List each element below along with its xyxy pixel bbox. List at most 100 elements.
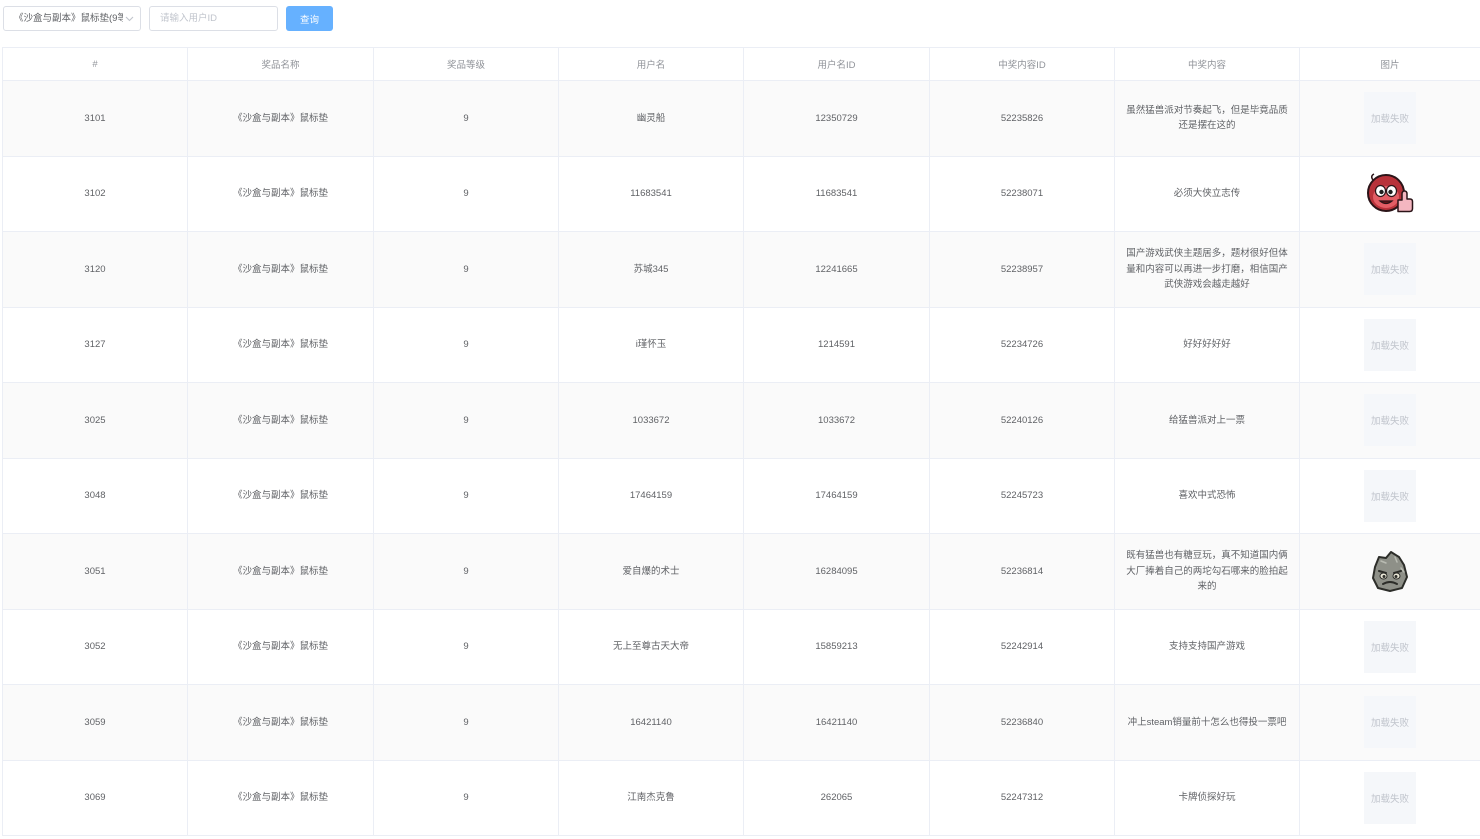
cell-prize-level-text: 9 [463,263,469,275]
cell-username-text: 11683541 [630,188,672,199]
cell-content-text: 国产游戏武侠主题居多，题材很好但体量和内容可以再进一步打磨，相信国产武侠游戏会越… [1126,248,1288,290]
cell-prize-name-text: 《沙盒与副本》鼠标垫 [232,188,328,199]
cell-user-id-text: 16284095 [815,565,858,577]
image-load-failed-text: 加载失败 [1370,642,1409,654]
cell-index-text: 3052 [84,641,106,652]
cell-username-text: 幽灵船 [636,112,666,124]
column-header-user-id: 用户名ID [744,48,930,81]
cell-username: 17464159 [559,458,744,534]
cell-content-id: 52234726 [930,307,1115,383]
table-row: 3127 《沙盒与副本》鼠标垫 9 i瑾怀玉 1214591 52234726 好好好好好 加… [3,307,1480,383]
cell-content-id: 52240126 [930,383,1115,459]
cell-user-id: 16284095 [744,534,930,610]
table-row: 3101 《沙盒与副本》鼠标垫 9 幽灵船 12350729 52235826 虽然猛兽派对… [3,81,1480,157]
image-load-failed-text: 加载失败 [1370,718,1409,730]
cell-index-text: 3051 [84,565,106,577]
cell-index-text: 3102 [84,188,106,199]
cell-prize-name-text: 《沙盒与副本》鼠标垫 [232,792,328,803]
winner-image[interactable] [1364,545,1416,597]
cell-index-text: 3025 [84,414,106,426]
cell-content-text: 虽然猛兽派对节奏起飞，但是毕竟品质还是摆在这的 [1126,104,1288,132]
cell-content-id-text: 52236840 [1000,716,1044,728]
cell-index-text: 3048 [84,490,106,501]
cell-index-text: 3069 [84,792,106,803]
cell-image: 加载失败 [1300,81,1480,157]
cell-content-id-text: 52247312 [1000,792,1044,803]
cell-content-id: 52242914 [930,609,1115,685]
table-body: 3101 《沙盒与副本》鼠标垫 9 幽灵船 12350729 52235826 虽然猛兽派对… [3,81,1480,836]
image-load-failed-placeholder: 加载失败 [1364,771,1416,824]
image-load-failed-placeholder: 加载失败 [1364,620,1416,673]
cell-prize-name: 《沙盒与副本》鼠标垫 [188,609,374,685]
cell-prize-level-text: 9 [463,188,469,199]
cell-content-text: 卡牌侦探好玩 [1178,792,1236,803]
cell-content: 卡牌侦探好玩 [1115,760,1300,836]
prize-select[interactable]: 《沙盒与副本》鼠标垫(9等 [3,6,141,31]
cell-username: 江南杰克鲁 [559,760,744,836]
image-load-failed-text: 加载失败 [1370,340,1409,352]
column-header-content: 中奖内容 [1115,48,1300,81]
cell-prize-name: 《沙盒与副本》鼠标垫 [188,81,374,157]
cell-username: 幽灵船 [559,81,744,157]
cell-image [1300,157,1480,232]
cell-image: 加载失败 [1300,685,1480,761]
query-button[interactable]: 查询 [286,6,333,31]
cell-prize-level-text: 9 [463,565,469,577]
cell-content: 国产游戏武侠主题居多，题材很好但体量和内容可以再进一步打磨，相信国产武侠游戏会越… [1115,232,1300,308]
cell-image [1300,534,1480,610]
cell-index: 3052 [3,609,188,685]
table-row: 3120 《沙盒与副本》鼠标垫 9 苏城345 12241665 52238957 国产游戏… [3,232,1480,308]
cell-index: 3051 [3,534,188,610]
cell-content-text: 好好好好好 [1183,339,1231,350]
winner-image[interactable] [1364,168,1416,220]
cell-content-id-text: 52238071 [1000,188,1044,199]
cell-content-id: 52236840 [930,685,1115,761]
cell-username: 苏城345 [559,232,744,308]
cell-username-text: 江南杰克鲁 [627,792,675,803]
image-load-failed-text: 加载失败 [1370,793,1409,805]
cell-prize-level-text: 9 [463,339,469,350]
cell-index: 3102 [3,156,188,232]
cell-username: 无上至尊古天大帝 [559,609,744,685]
cell-content-id-text: 52245723 [1000,490,1044,501]
cell-username: 爱自爆的术士 [559,534,744,610]
cell-content: 既有猛兽也有糖豆玩，真不知道国内俩大厂捧着自己的两坨勾石哪来的脸拍起来的 [1115,534,1300,610]
cell-username: i瑾怀玉 [559,307,744,383]
cell-prize-name: 《沙盒与副本》鼠标垫 [188,760,374,836]
cell-index: 3069 [3,760,188,836]
cell-prize-name-text: 《沙盒与副本》鼠标垫 [232,565,328,577]
table-row: 3025 《沙盒与副本》鼠标垫 9 1033672 1033672 52240126 给猛兽… [3,383,1480,459]
cell-prize-level: 9 [374,232,559,308]
cell-prize-name-text: 《沙盒与副本》鼠标垫 [232,112,328,124]
image-load-failed-placeholder: 加载失败 [1364,469,1416,522]
cell-content: 支持支持国产游戏 [1115,609,1300,685]
cell-content-id-text: 52235826 [1000,112,1044,124]
image-load-failed-placeholder: 加载失败 [1364,696,1416,749]
cell-content: 好好好好好 [1115,307,1300,383]
cell-content: 冲上steam销量前十怎么也得投一票吧 [1115,685,1300,761]
cell-user-id-text: 11683541 [815,188,858,199]
cell-prize-level: 9 [374,760,559,836]
cell-username-text: 17464159 [629,490,673,501]
cell-username-text: 爱自爆的术士 [622,565,680,577]
table-header-row: # 奖品名称 奖品等级 用户名 用户名ID 中奖内容ID 中奖内容 图片 [3,48,1480,81]
cell-image: 加载失败 [1300,761,1480,836]
image-load-failed-text: 加载失败 [1370,265,1409,277]
cell-prize-level-text: 9 [463,112,469,124]
table-row: 3052 《沙盒与副本》鼠标垫 9 无上至尊古天大帝 15859213 52242914 支… [3,609,1480,685]
cell-index: 3048 [3,458,188,534]
table-row: 3102 《沙盒与副本》鼠标垫 9 11683541 11683541 52238071 必… [3,156,1480,232]
cell-user-id: 1214591 [744,307,930,383]
cell-content: 必须大侠立志传 [1115,156,1300,232]
cell-user-id: 12350729 [744,81,930,157]
user-id-input[interactable] [149,6,278,31]
cell-prize-level: 9 [374,685,559,761]
cell-index: 3059 [3,685,188,761]
cell-prize-level: 9 [374,383,559,459]
image-load-failed-text: 加载失败 [1370,416,1409,428]
cell-index: 3127 [3,307,188,383]
cell-prize-level: 9 [374,307,559,383]
cell-content-text: 支持支持国产游戏 [1168,641,1245,652]
cell-username-text: 1033672 [632,414,670,426]
filter-toolbar: 《沙盒与副本》鼠标垫(9等 查询 [0,0,1480,40]
